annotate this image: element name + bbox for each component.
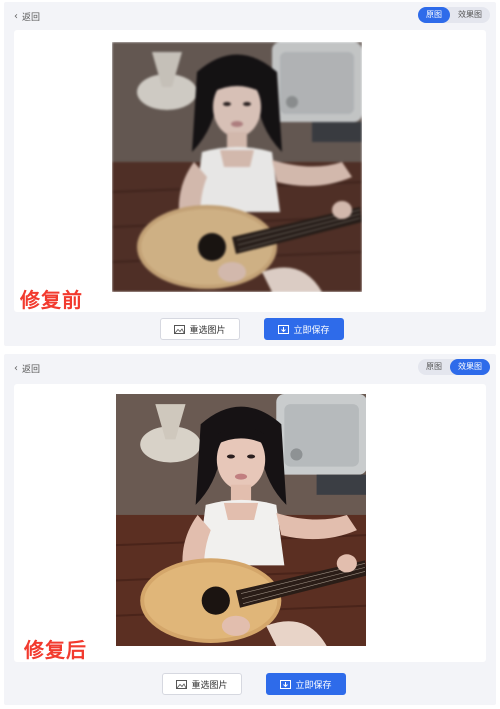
original-photo [112, 42, 362, 292]
view-toggle: 原图 效果图 [418, 359, 490, 375]
after-panel: ‹ 返回 原图 效果图 修复后 重选图片 立即保存 [4, 354, 496, 705]
toggle-original[interactable]: 原图 [418, 7, 450, 23]
save-label: 立即保存 [293, 325, 330, 336]
restored-photo [116, 394, 366, 646]
toggle-effect[interactable]: 效果图 [450, 7, 490, 23]
save-now-button[interactable]: 立即保存 [266, 673, 346, 695]
reselect-label: 重选图片 [189, 325, 226, 336]
image-canvas [14, 384, 486, 662]
reselect-label: 重选图片 [191, 680, 228, 691]
after-label: 修复后 [24, 638, 87, 662]
reselect-image-button[interactable]: 重选图片 [162, 673, 242, 695]
download-icon [280, 679, 292, 689]
chevron-left-icon: ‹ [14, 362, 18, 374]
image-icon [174, 324, 186, 334]
chevron-left-icon: ‹ [14, 10, 18, 22]
before-label: 修复前 [20, 288, 83, 312]
save-label: 立即保存 [295, 680, 332, 691]
download-icon [278, 324, 290, 334]
back-label: 返回 [22, 13, 41, 23]
reselect-image-button[interactable]: 重选图片 [160, 318, 240, 340]
save-now-button[interactable]: 立即保存 [264, 318, 344, 340]
toggle-original[interactable]: 原图 [418, 359, 450, 375]
image-canvas [14, 30, 486, 312]
before-panel: ‹ 返回 原图 效果图 修复前 重选图片 立即保存 [4, 2, 496, 346]
back-button[interactable]: ‹ 返回 [14, 10, 40, 23]
toggle-effect[interactable]: 效果图 [450, 359, 490, 375]
back-button[interactable]: ‹ 返回 [14, 362, 40, 375]
back-label: 返回 [22, 365, 41, 375]
image-icon [176, 679, 188, 689]
view-toggle: 原图 效果图 [418, 7, 490, 23]
